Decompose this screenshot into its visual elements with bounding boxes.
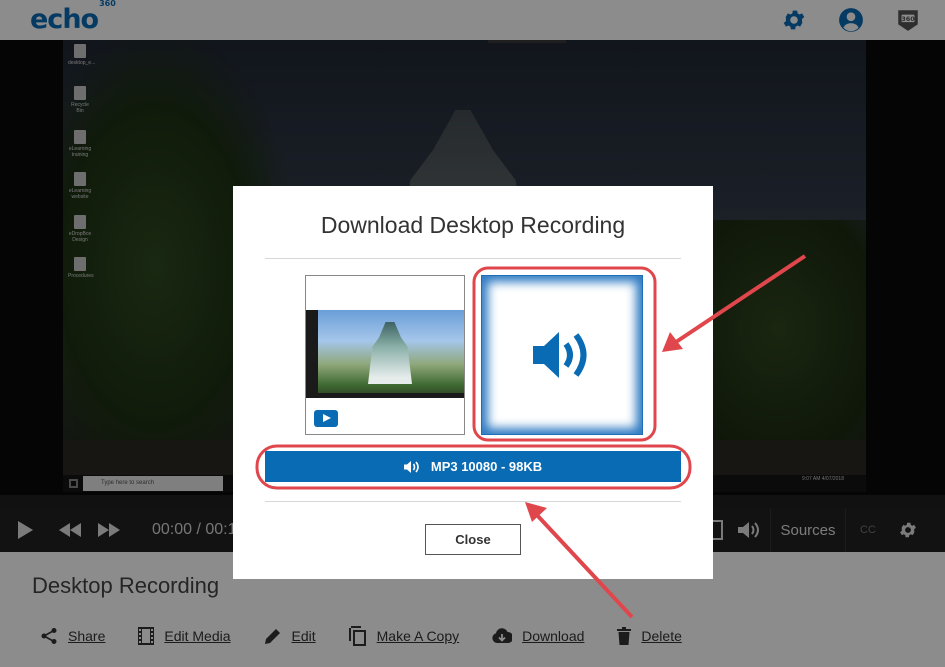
audio-thumbnail-option[interactable] [481,275,643,435]
close-button[interactable]: Close [425,524,521,555]
download-modal: Download Desktop Recording MP3 10080 - 9… [233,186,713,579]
modal-title: Download Desktop Recording [320,212,626,238]
speaker-icon [533,332,587,378]
speaker-icon [403,460,419,473]
video-play-icon [314,410,338,427]
mp3-download-button[interactable]: MP3 10080 - 98KB [265,451,681,482]
video-thumbnail-option[interactable] [305,275,465,435]
modal-divider [265,501,681,502]
video-thumbnail-image [306,310,464,398]
modal-divider [265,258,681,259]
